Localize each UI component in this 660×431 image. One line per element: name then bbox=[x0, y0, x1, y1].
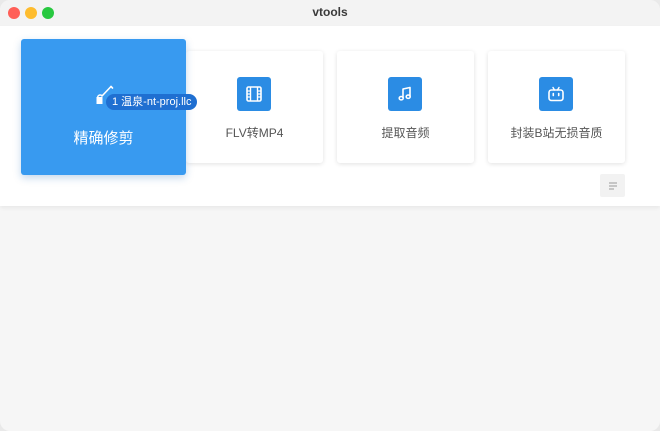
drag-file-tag: 1 温泉-nt-proj.llc bbox=[106, 94, 198, 110]
bilibili-tv-icon bbox=[539, 77, 573, 111]
list-icon bbox=[608, 182, 617, 189]
tools-panel: 精确修剪 FLV转MP4 提取音频 封装B站无损音质 bbox=[0, 26, 660, 206]
tool-card-flv-to-mp4[interactable]: FLV转MP4 bbox=[186, 51, 323, 163]
tool-card-bilibili-lossless[interactable]: 封装B站无损音质 bbox=[488, 51, 625, 163]
tool-label-flv-to-mp4: FLV转MP4 bbox=[225, 126, 284, 140]
tool-label-extract-audio: 提取音频 bbox=[381, 126, 430, 140]
menu-button[interactable] bbox=[600, 174, 625, 197]
window-title: vtools bbox=[312, 5, 348, 19]
title-bar: vtools bbox=[0, 0, 660, 26]
tool-label-precise-trim: 精确修剪 bbox=[73, 130, 134, 147]
film-icon bbox=[237, 77, 271, 111]
tool-label-bilibili-lossless: 封装B站无损音质 bbox=[510, 126, 603, 140]
music-note-icon bbox=[388, 77, 422, 111]
app-window: vtools 精确修剪 FLV转MP4 提取音频 封装B站无损音质 1 温泉-n… bbox=[0, 0, 660, 431]
tool-card-extract-audio[interactable]: 提取音频 bbox=[337, 51, 474, 163]
